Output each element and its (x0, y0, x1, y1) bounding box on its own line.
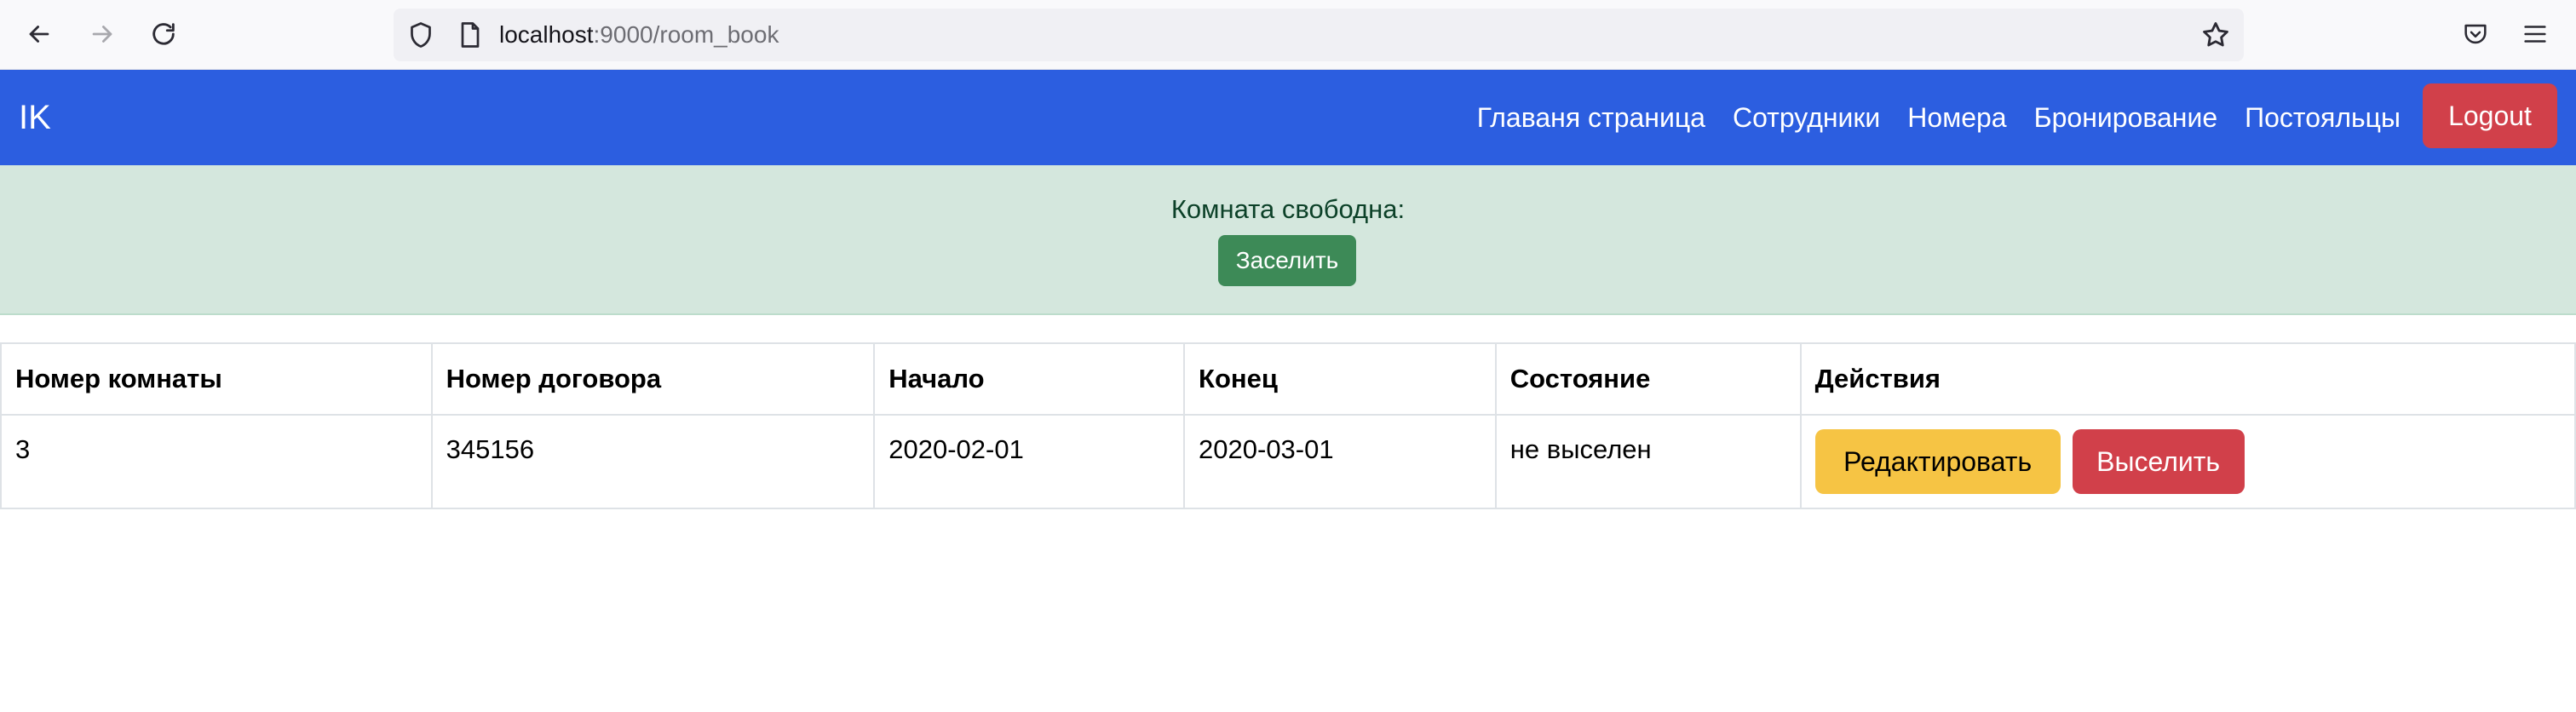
navbar: IK Главаня страница Сотрудники Номера Бр… (0, 70, 2576, 165)
nav-link-employees[interactable]: Сотрудники (1719, 102, 1894, 134)
nav-link-guests[interactable]: Постояльцы (2231, 102, 2414, 134)
header-start: Начало (873, 342, 1186, 416)
reload-icon (152, 23, 175, 45)
edit-button[interactable]: Редактировать (1814, 429, 2061, 494)
hamburger-menu-icon (2524, 26, 2546, 43)
url-bar[interactable]: localhost:9000/room_book (394, 9, 2244, 61)
pocket-icon (2464, 24, 2487, 44)
settle-button[interactable]: Заселить (1218, 235, 1356, 286)
pocket-button[interactable] (2453, 12, 2498, 56)
booking-table: Номер комнаты Номер договора Начало Коне… (0, 342, 2576, 509)
cell-status: не выселен (1494, 414, 1802, 509)
header-contract-number: Номер договора (430, 342, 876, 416)
star-icon[interactable] (2199, 19, 2232, 51)
alert-text: Комната свободна: (1170, 194, 1406, 224)
header-actions: Действия (1799, 342, 2576, 416)
page-icon[interactable] (455, 20, 486, 50)
browser-toolbar: localhost:9000/room_book (0, 0, 2576, 70)
reload-button[interactable] (141, 12, 186, 56)
url-text[interactable]: localhost:9000/room_book (499, 9, 779, 61)
url-host: localhost (499, 21, 594, 48)
nav-links: Главаня страница Сотрудники Номера Брони… (1463, 70, 2414, 165)
nav-link-home[interactable]: Главаня страница (1463, 102, 1719, 134)
nav-link-rooms[interactable]: Номера (1894, 102, 2020, 134)
forward-button[interactable] (80, 12, 124, 56)
cell-start-date: 2020-02-01 (873, 414, 1186, 509)
back-arrow-icon (29, 26, 49, 43)
table-header-row: Номер комнаты Номер договора Начало Коне… (0, 342, 2576, 416)
cell-contract-number: 345156 (430, 414, 876, 509)
app-menu-button[interactable] (2513, 12, 2557, 56)
back-button[interactable] (17, 12, 61, 56)
nav-link-booking[interactable]: Бронирование (2021, 102, 2232, 134)
logout-button[interactable]: Logout (2423, 83, 2557, 148)
room-free-alert: Комната свободна: Заселить (0, 165, 2576, 315)
table-row: 3 345156 2020-02-01 2020-03-01 не выселе… (0, 414, 2576, 509)
cell-room-number: 3 (0, 414, 433, 509)
forward-arrow-icon (92, 26, 112, 43)
brand-logo[interactable]: IK (19, 70, 51, 165)
cell-end-date: 2020-03-01 (1183, 414, 1497, 509)
url-path: :9000/room_book (593, 21, 779, 48)
header-status: Состояние (1494, 342, 1802, 416)
header-end: Конец (1183, 342, 1497, 416)
evict-button[interactable]: Выселить (2072, 429, 2245, 494)
cell-actions: Редактировать Выселить (1799, 414, 2576, 509)
header-room-number: Номер комнаты (0, 342, 433, 416)
shield-icon[interactable] (405, 20, 436, 50)
